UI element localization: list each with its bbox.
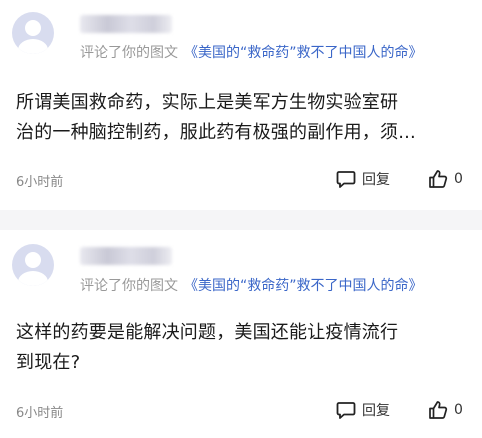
default-avatar-icon	[25, 20, 41, 36]
comment-text[interactable]: 这样的药要是能解决问题，美国还能让疫情流行 到现在?	[16, 318, 466, 378]
like-button[interactable]: 0	[428, 169, 463, 189]
comment-bubble-icon	[336, 402, 356, 419]
comment-context: 评论了你的图文 《美国的“救命药”救不了中国人的命》	[80, 277, 423, 295]
blurred-username[interactable]	[80, 15, 172, 33]
comment-context: 评论了你的图文 《美国的“救命药”救不了中国人的命》	[80, 44, 423, 62]
reply-button[interactable]: 回复	[336, 400, 390, 420]
comment-text-line: 治的一种脑控制药，服此药有极强的副作用，须...	[16, 122, 416, 143]
reply-button[interactable]: 回复	[336, 169, 390, 189]
avatar[interactable]	[12, 244, 54, 286]
comment-text-line: 到现在?	[16, 352, 81, 373]
thumbs-up-icon	[429, 170, 448, 188]
reply-prefix: 评论了你的图文	[80, 278, 178, 294]
reply-label: 回复	[362, 172, 390, 188]
blurred-username[interactable]	[80, 247, 172, 265]
like-count: 0	[454, 171, 463, 187]
comment-time: 6小时前	[16, 175, 64, 190]
avatar[interactable]	[12, 12, 54, 54]
thumbs-up-icon	[429, 401, 448, 419]
like-button[interactable]: 0	[428, 400, 463, 420]
comment-card: 评论了你的图文 《美国的“救命药”救不了中国人的命》 这样的药要是能解决问题，美国…	[0, 230, 482, 438]
default-avatar-icon	[25, 252, 41, 268]
reply-label: 回复	[362, 403, 390, 419]
comment-text[interactable]: 所谓美国救命药，实际上是美军方生物实验室研 治的一种脑控制药，服此药有极强的副作…	[16, 88, 466, 148]
comment-text-line: 这样的药要是能解决问题，美国还能让疫情流行	[16, 322, 399, 343]
article-title-link[interactable]: 《美国的“救命药”救不了中国人的命》	[184, 278, 423, 294]
comment-bubble-icon	[336, 171, 356, 188]
comment-time: 6小时前	[16, 406, 64, 421]
article-title-link[interactable]: 《美国的“救命药”救不了中国人的命》	[184, 45, 423, 61]
comment-card: 评论了你的图文 《美国的“救命药”救不了中国人的命》 所谓美国救命药，实际上是美军…	[0, 0, 482, 210]
comment-text-line: 所谓美国救命药，实际上是美军方生物实验室研	[16, 92, 399, 113]
card-divider	[0, 210, 482, 230]
like-count: 0	[454, 402, 463, 418]
reply-prefix: 评论了你的图文	[80, 45, 178, 61]
